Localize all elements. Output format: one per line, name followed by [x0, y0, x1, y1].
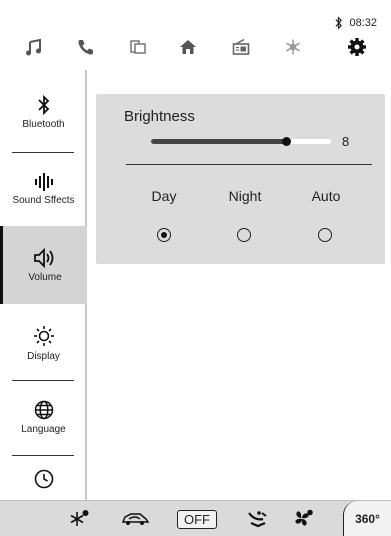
fan-icon: [295, 509, 313, 526]
sidebar-item-label: Language: [21, 423, 66, 435]
radio-icon: [232, 38, 250, 55]
nav-radio[interactable]: [221, 30, 261, 64]
sidebar-item-clock[interactable]: [0, 464, 87, 494]
apps-icon: [130, 40, 146, 54]
climate-icon: [286, 39, 300, 55]
car-recirculation-button[interactable]: [118, 501, 152, 536]
gear-icon: [348, 38, 366, 56]
360-view-button[interactable]: 360°: [343, 501, 391, 536]
music-note-icon: [26, 38, 41, 56]
sidebar-item-label: Volume: [28, 271, 62, 283]
slider-fill: [151, 139, 286, 144]
nav-home[interactable]: [168, 30, 208, 64]
sidebar-divider: [12, 152, 74, 153]
top-nav: [0, 30, 391, 70]
slider-thumb[interactable]: [282, 137, 291, 146]
sidebar-item-label: Bluetooth: [22, 118, 65, 130]
phone-icon: [78, 40, 93, 55]
clock-time: 08:32: [349, 17, 377, 29]
equalizer-icon: [34, 172, 53, 191]
seat-airflow-icon: [248, 511, 267, 528]
nav-apps[interactable]: [118, 30, 158, 64]
home-icon: [180, 40, 196, 54]
mode-day-radio[interactable]: [157, 228, 171, 242]
sidebar-divider: [12, 380, 74, 381]
mode-night-label: Night: [228, 188, 262, 204]
car-recirculation-icon: [121, 513, 150, 525]
bluetooth-icon: [37, 94, 49, 115]
360-view-label: 360°: [355, 512, 380, 526]
mode-day-label: Day: [151, 188, 177, 204]
sidebar-item-display[interactable]: Display: [0, 314, 87, 372]
seat-airflow-button[interactable]: [242, 501, 272, 536]
panel-divider: [126, 164, 372, 165]
sidebar-item-language[interactable]: Language: [0, 388, 87, 446]
off-button[interactable]: OFF: [176, 501, 218, 536]
globe-icon: [34, 400, 53, 419]
nav-climate[interactable]: [273, 30, 313, 64]
brightness-title: Brightness: [124, 108, 195, 125]
sun-icon: [33, 325, 54, 346]
brightness-value: 8: [342, 134, 350, 149]
sidebar-item-volume[interactable]: Volume: [0, 226, 87, 304]
nav-phone[interactable]: [66, 30, 106, 64]
off-button-label: OFF: [177, 509, 217, 529]
clock-icon: [34, 469, 53, 489]
brightness-panel: Brightness 8 Day Night Auto: [96, 94, 385, 264]
mode-night-radio[interactable]: [237, 228, 251, 242]
sidebar-item-label: Sound Sffects: [12, 194, 75, 206]
rear-defrost-button[interactable]: [66, 501, 92, 536]
sidebar-divider: [12, 455, 74, 456]
sidebar-item-bluetooth[interactable]: Bluetooth: [0, 82, 87, 142]
nav-settings[interactable]: [337, 30, 377, 64]
bluetooth-icon: [335, 16, 342, 30]
rear-defrost-icon: [70, 510, 89, 526]
bottom-bar: OFF 360°: [0, 500, 391, 536]
status-bar: 08:32: [0, 0, 391, 30]
brightness-slider[interactable]: [151, 137, 331, 146]
fan-button[interactable]: [290, 501, 316, 536]
mode-auto-radio[interactable]: [318, 228, 332, 242]
mode-auto-label: Auto: [311, 188, 341, 204]
nav-music[interactable]: [14, 30, 54, 64]
volume-icon: [34, 247, 54, 268]
sidebar: Bluetooth Sound Sffects Volume Display L…: [0, 70, 87, 500]
sidebar-item-sound-effects[interactable]: Sound Sffects: [0, 158, 87, 220]
sidebar-item-label: Display: [27, 350, 60, 362]
